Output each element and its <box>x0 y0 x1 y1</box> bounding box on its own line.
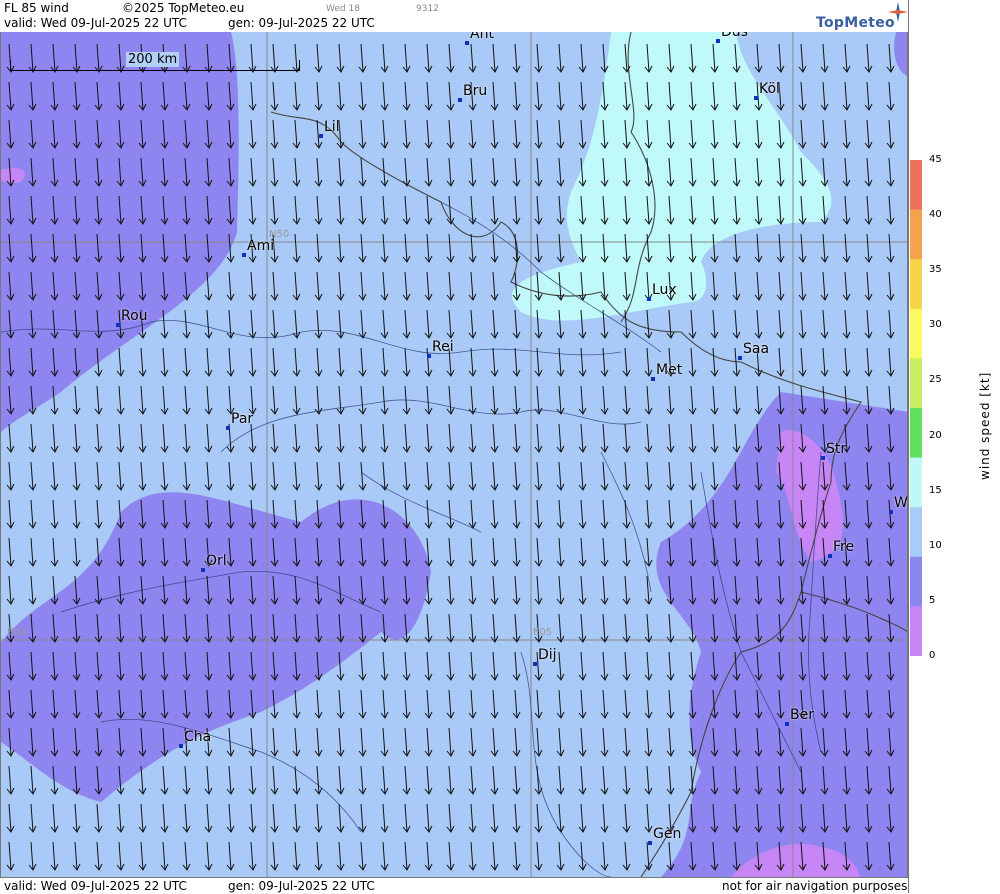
legend-swatch <box>910 209 922 261</box>
city-label-12: Str <box>826 441 847 457</box>
city-marker <box>828 554 832 558</box>
city-label-4: Lil <box>324 119 340 135</box>
grid-label-e00: E00 <box>7 627 27 638</box>
city-label-11: Par <box>231 411 254 427</box>
city-label-17: Ber <box>790 707 814 723</box>
legend-tick-label: 0 <box>929 650 936 661</box>
city-marker <box>458 98 462 102</box>
footer-bar: valid: Wed 09-Jul-2025 22 UTC gen: 09-Ju… <box>0 877 908 894</box>
city-label-7: Lux <box>652 282 677 298</box>
logo: TopMeteo <box>816 15 895 31</box>
city-marker <box>648 841 652 845</box>
city-label-6: Rou <box>121 308 148 324</box>
legend-swatch <box>910 606 922 656</box>
city-label-19: Gen <box>653 826 682 842</box>
city-label-16: Dij <box>538 647 557 663</box>
disclaimer: not for air navigation purposes <box>722 879 908 893</box>
legend-swatch <box>910 160 922 211</box>
legend-tick-label: 10 <box>929 539 942 551</box>
legend-tick-label: 25 <box>929 374 942 386</box>
city-label-2: Bru <box>463 83 488 99</box>
legend-swatch <box>910 408 922 459</box>
legend-swatch <box>910 259 922 310</box>
city-marker <box>226 426 230 430</box>
wind-map[interactable]: Ant Düs Bru Köl Lil Ami Rou Lux Rei Saa Met Par Str W… <box>0 32 908 877</box>
legend-swatch <box>910 507 922 558</box>
city-marker <box>465 41 469 45</box>
city-label-18: Cha <box>184 729 212 745</box>
footer-gen-time: gen: 09-Jul-2025 22 UTC <box>228 879 375 893</box>
city-label-15: Orl <box>206 553 227 569</box>
valid-time: valid: Wed 09-Jul-2025 22 UTC <box>4 16 187 30</box>
city-label-9: Saa <box>743 341 770 357</box>
legend-tick-label: 35 <box>929 264 942 276</box>
legend-tick-label: 5 <box>929 594 936 606</box>
footer-valid-time: valid: Wed 09-Jul-2025 22 UTC <box>4 879 187 893</box>
city-marker <box>821 456 825 460</box>
city-label-5: Ami <box>247 238 275 254</box>
compass-logo-icon <box>888 2 908 22</box>
city-marker <box>179 744 183 748</box>
city-marker <box>242 253 246 257</box>
city-marker <box>716 39 720 43</box>
city-label-3: Köl <box>759 81 780 97</box>
grid-label-e05: E05 <box>533 627 553 638</box>
scale-bar-label: 200 km <box>126 52 180 67</box>
city-label-14: Fre <box>833 539 855 555</box>
city-marker <box>533 662 537 666</box>
header-bar: FL 85 wind ©2025 TopMeteo.eu Wed 18 9312… <box>0 0 908 33</box>
city-label-8: Rei <box>432 339 454 355</box>
legend-tick-label: 40 <box>929 209 942 221</box>
city-label-0: Ant <box>470 32 494 42</box>
legend-tick-label: 20 <box>929 429 942 441</box>
city-marker <box>319 134 323 138</box>
legend-tick-label: 45 <box>929 154 942 165</box>
wind-field <box>1 32 907 877</box>
grid-label-n50: N50 <box>269 229 290 240</box>
city-marker <box>738 356 742 360</box>
run-label: Wed 18 <box>326 4 360 14</box>
product-title: FL 85 wind <box>4 1 69 15</box>
city-marker <box>785 722 789 726</box>
city-marker <box>754 96 758 100</box>
legend-swatch <box>910 358 922 409</box>
legend-swatch <box>910 556 922 608</box>
gen-time: gen: 09-Jul-2025 22 UTC <box>228 16 375 30</box>
legend-tick-label: 30 <box>929 319 942 331</box>
legend-title: wind speed [kt] <box>978 371 992 480</box>
legend-swatch <box>910 457 922 509</box>
city-marker <box>889 510 893 514</box>
city-marker <box>647 297 651 301</box>
city-label-10: Met <box>656 362 683 378</box>
legend-tick-label: 15 <box>929 484 942 496</box>
city-marker <box>116 323 120 327</box>
city-marker <box>201 568 205 572</box>
city-label-13: W <box>894 495 908 511</box>
city-label-1: Düs <box>721 32 748 40</box>
legend-colorbar <box>910 160 922 656</box>
copyright: ©2025 TopMeteo.eu <box>122 1 245 15</box>
code-label: 9312 <box>416 4 439 14</box>
city-marker <box>651 377 655 381</box>
legend-swatch <box>910 308 922 360</box>
city-marker <box>427 354 431 358</box>
